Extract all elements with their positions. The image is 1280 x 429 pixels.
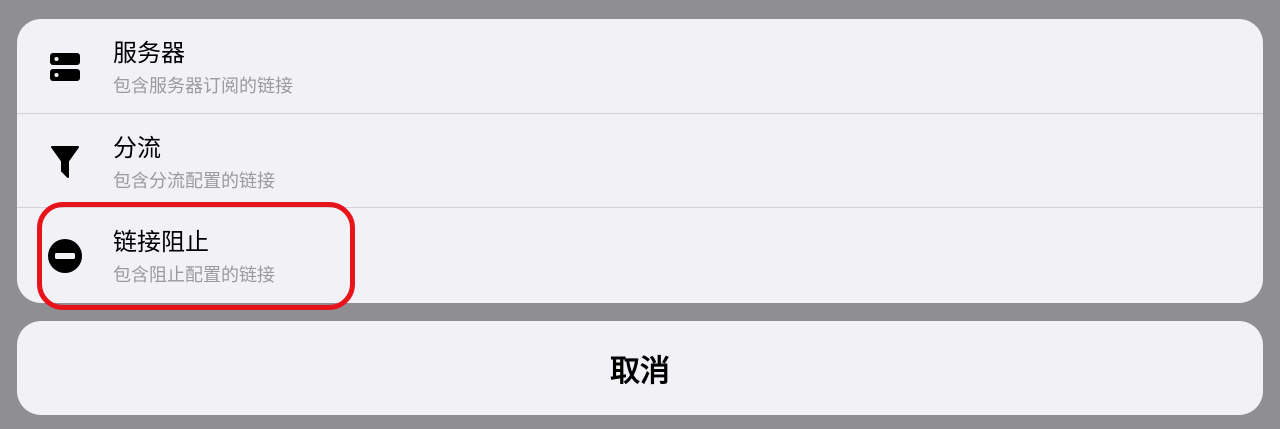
menu-item-subtitle: 包含分流配置的链接	[113, 171, 275, 192]
menu-item-title: 分流	[113, 134, 161, 162]
menu-item-subtitle: 包含阻止配置的链接	[113, 265, 275, 286]
menu-item-title: 链接阻止	[113, 228, 209, 256]
menu-item-server[interactable]: 服务器 包含服务器订阅的链接	[17, 19, 1263, 113]
action-sheet: 服务器 包含服务器订阅的链接 分流 包含分流配置的链接 链接阻止 包含阻止配置的…	[17, 19, 1263, 303]
menu-item-subtitle: 包含服务器订阅的链接	[113, 76, 293, 97]
menu-item-routing[interactable]: 分流 包含分流配置的链接	[17, 113, 1263, 207]
menu-item-link-block[interactable]: 链接阻止 包含阻止配置的链接	[17, 207, 1263, 301]
cancel-button[interactable]: 取消	[17, 321, 1263, 415]
block-icon	[47, 238, 83, 274]
filter-icon	[47, 144, 83, 180]
menu-item-title: 服务器	[113, 39, 185, 67]
server-icon	[47, 49, 83, 85]
